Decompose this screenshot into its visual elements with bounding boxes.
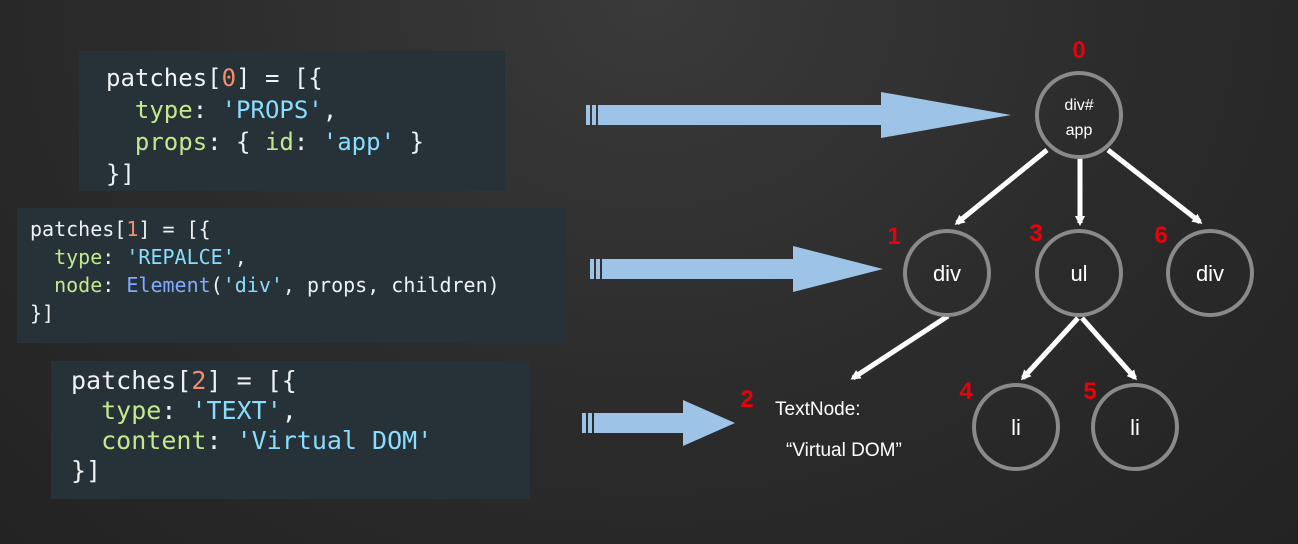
tree-node-div6: div	[1166, 229, 1254, 317]
tree-node-div1: div	[903, 229, 991, 317]
index-label-6: 6	[1154, 222, 1167, 249]
tree-diagram: div# app div ul div li li TextNode: “Vir…	[582, 37, 1254, 471]
tree-node-li5: li	[1091, 383, 1179, 471]
edge-div1-textnode	[850, 313, 950, 381]
index-label-3: 3	[1029, 220, 1042, 247]
edge-root-div1	[954, 148, 1049, 225]
tree-node-root: div# app	[1035, 71, 1123, 159]
index-label-4: 4	[959, 378, 973, 405]
edge-ul-li5	[1080, 316, 1137, 381]
patch-arrow-1	[590, 246, 883, 292]
node-label-div6: div	[1196, 261, 1224, 286]
index-label-5: 5	[1083, 378, 1096, 405]
node-label-ul: ul	[1070, 261, 1087, 286]
patch-arrow-0	[586, 92, 1011, 138]
patch-arrow-2	[582, 400, 735, 446]
node-label-div1: div	[933, 261, 961, 286]
tree-node-ul: ul	[1035, 229, 1123, 317]
edge-root-div6	[1106, 148, 1203, 224]
tree-node-li4: li	[972, 383, 1060, 471]
index-label-0: 0	[1072, 37, 1085, 64]
node-label-li5: li	[1130, 415, 1140, 440]
node-label-root-line2: app	[1066, 122, 1093, 139]
index-label-2: 2	[740, 386, 753, 413]
node-label-li4: li	[1011, 415, 1021, 440]
text-node-label: TextNode:	[775, 399, 861, 420]
node-label-root-line1: div#	[1064, 97, 1093, 114]
edge-ul-li4	[1020, 316, 1080, 381]
index-label-1: 1	[887, 223, 900, 250]
text-node-value: “Virtual DOM”	[786, 440, 902, 461]
